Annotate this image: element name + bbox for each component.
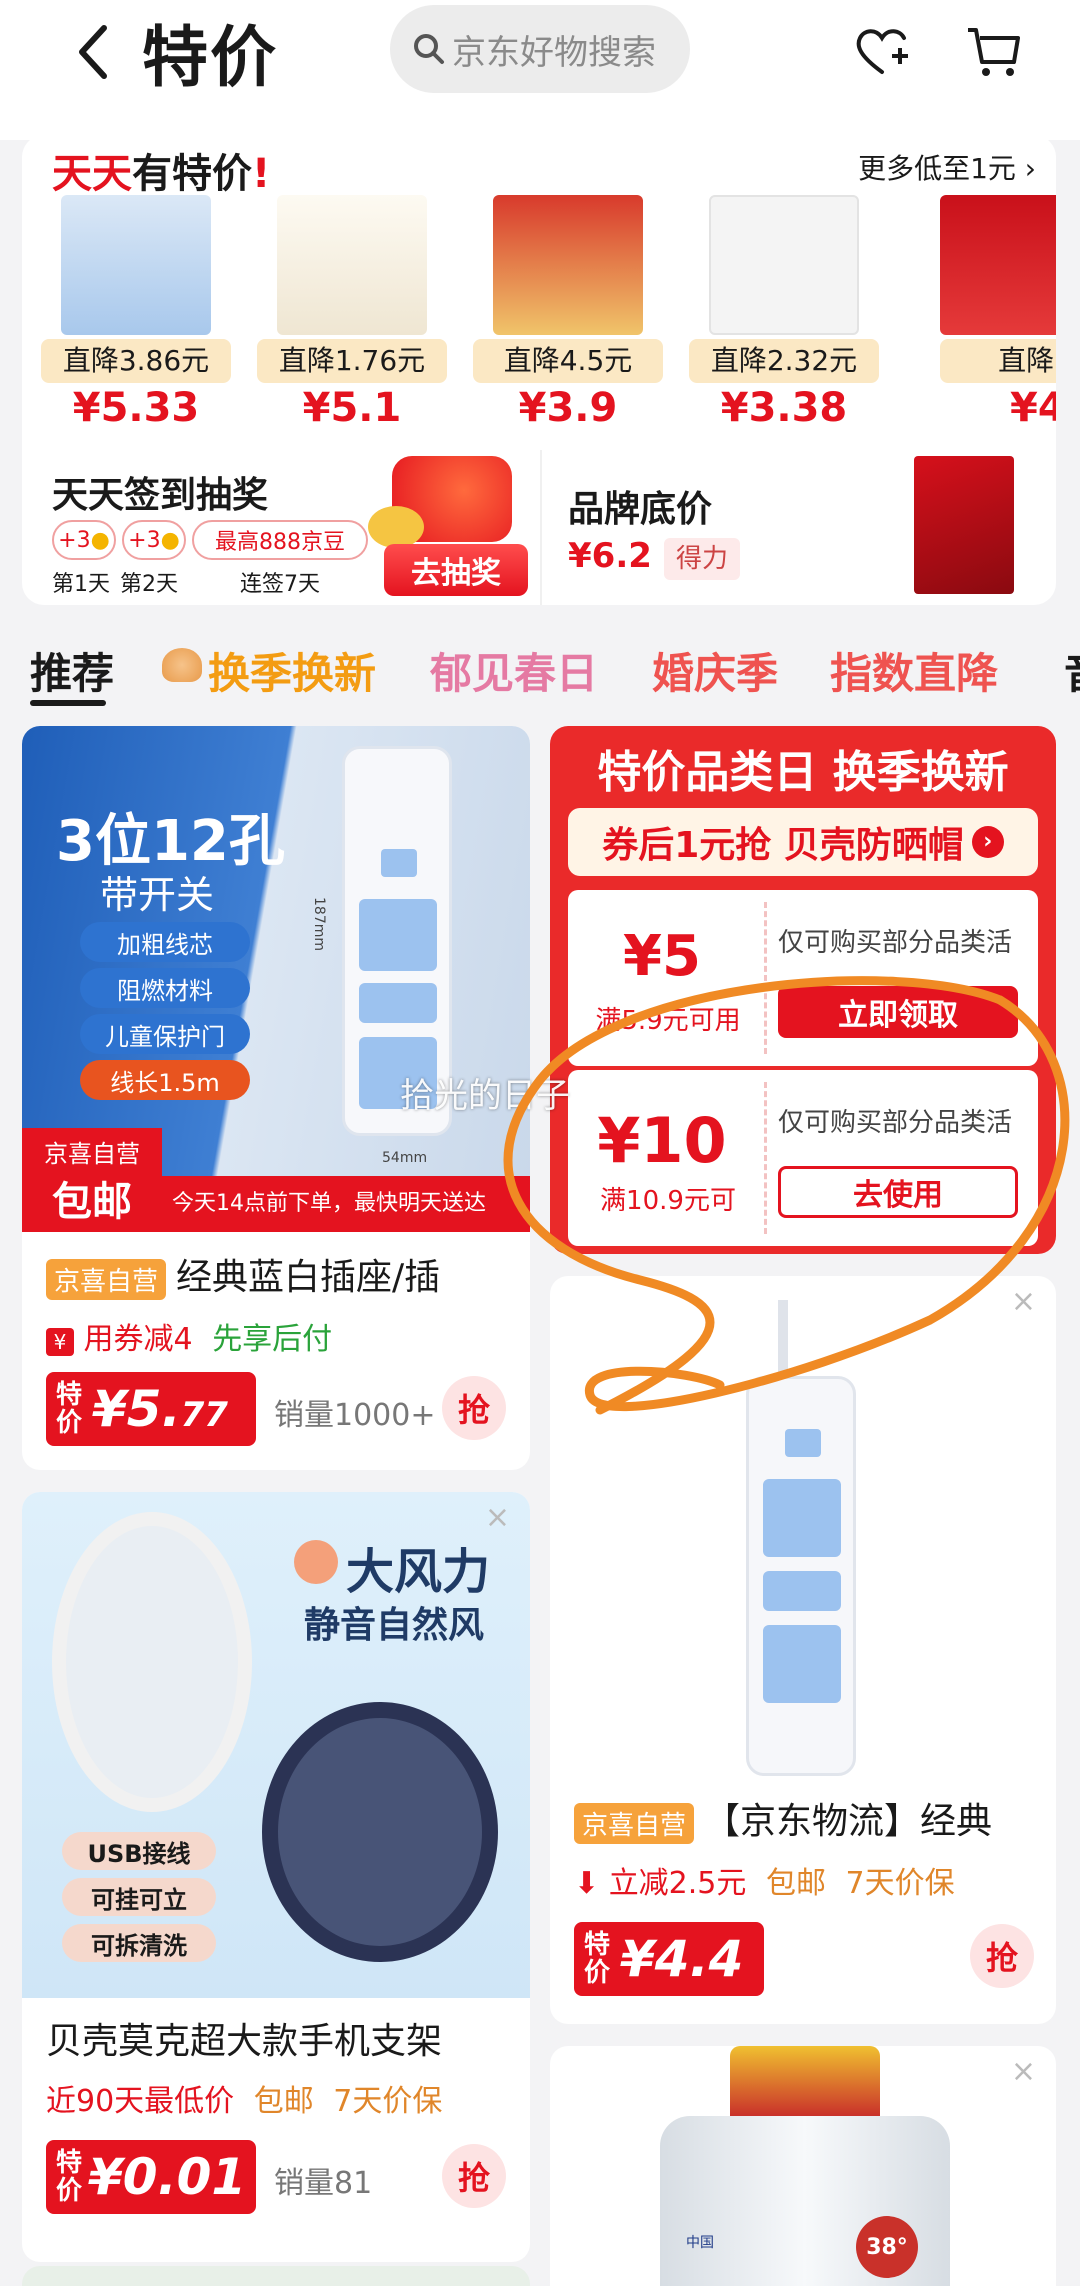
hand-drawn-annotation (503, 976, 1070, 1415)
